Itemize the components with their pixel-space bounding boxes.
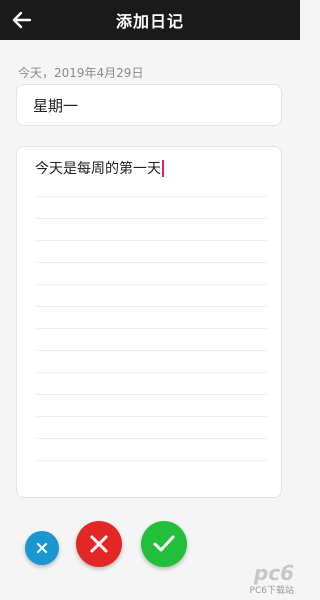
close-icon (90, 535, 108, 553)
title-input[interactable] (17, 95, 281, 115)
watermark: pc6 PC6下载站 (250, 563, 294, 596)
small-close-button[interactable] (25, 531, 59, 565)
cancel-button[interactable] (76, 521, 122, 567)
close-icon (37, 543, 47, 553)
app-header: 添加日记 (0, 0, 300, 40)
body-text: 今天是每周的第一天 (35, 161, 161, 177)
watermark-logo: pc6 (253, 561, 294, 585)
back-button[interactable] (10, 8, 34, 32)
confirm-button[interactable] (141, 521, 187, 567)
ruled-lines (35, 175, 267, 479)
body-field-card[interactable]: 今天是每周的第一天 (16, 146, 282, 498)
page-title: 添加日记 (115, 12, 184, 31)
body-textarea[interactable]: 今天是每周的第一天 (35, 158, 164, 178)
check-icon (153, 535, 175, 552)
text-caret (162, 159, 164, 177)
title-field-card[interactable] (16, 84, 282, 126)
watermark-text: PC6下载站 (249, 586, 294, 596)
date-label: 今天，2019年4月29日 (18, 66, 144, 80)
arrow-left-icon (12, 11, 32, 29)
